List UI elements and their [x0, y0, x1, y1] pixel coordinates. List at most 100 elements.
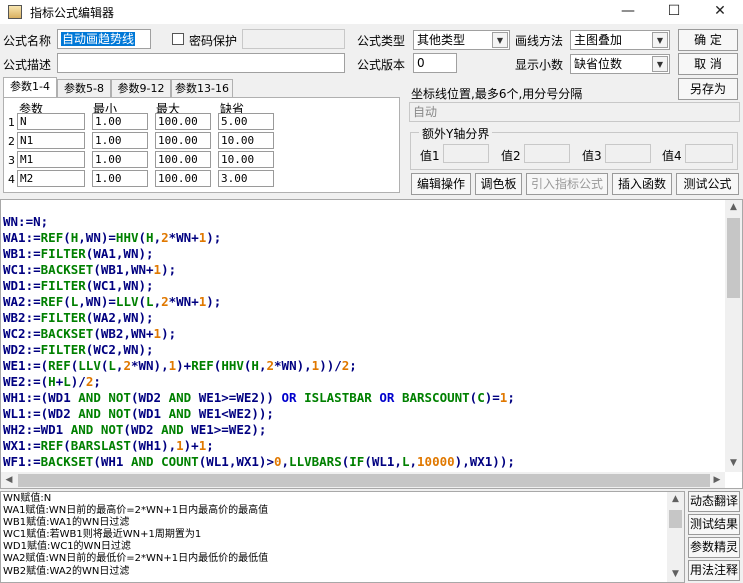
draw-method-select[interactable]: 主图叠加 ▼ — [570, 30, 670, 50]
app-icon — [8, 5, 22, 19]
decimals-label: 显示小数 — [515, 58, 564, 72]
translation-line: WN赋值:N — [3, 493, 52, 504]
code-line[interactable]: WE2:=(H+L)/2; — [3, 374, 515, 390]
chevron-down-icon: ▼ — [652, 56, 668, 72]
code-line[interactable]: WC2:=BACKSET(WB2,WN+1); — [3, 326, 515, 342]
password-checkbox[interactable] — [172, 33, 184, 45]
edit-operations-button[interactable]: 编辑操作 — [411, 173, 471, 195]
test-result-button[interactable]: 测试结果 — [688, 514, 740, 535]
cancel-button[interactable]: 取 消 — [678, 53, 738, 75]
param-max-input[interactable]: 100.00 — [155, 151, 211, 168]
y-value-1-label: 值1 — [420, 149, 440, 163]
ok-button[interactable]: 确 定 — [678, 29, 738, 51]
tab-params-1-4[interactable]: 参数1-4 — [3, 77, 57, 98]
scroll-down-icon[interactable]: ▼ — [667, 569, 684, 579]
scroll-down-icon[interactable]: ▼ — [725, 458, 742, 468]
param-row-number: 3 — [8, 154, 15, 167]
code-line[interactable]: WN:=N; — [3, 214, 515, 230]
param-default-input[interactable]: 3.00 — [218, 170, 274, 187]
formula-desc-input[interactable] — [57, 53, 345, 73]
axis-position-input[interactable]: 自动 — [409, 102, 740, 122]
scroll-up-icon[interactable]: ▲ — [725, 202, 742, 212]
formula-name-label: 公式名称 — [3, 34, 52, 48]
param-name-input[interactable]: N — [17, 113, 85, 130]
code-line[interactable]: WF1:=BACKSET(WH1 AND COUNT(WL1,WX1)>0,LL… — [3, 454, 515, 470]
y-value-1-input[interactable] — [443, 144, 489, 163]
formula-name-input[interactable]: 自动画趋势线 — [57, 29, 151, 49]
translation-line: WB1赋值:WA1的WN日过滤 — [3, 517, 130, 529]
param-max-input[interactable]: 100.00 — [155, 113, 211, 130]
tab-params-13-16[interactable]: 参数13-16 — [171, 79, 233, 98]
title-bar[interactable]: 指标公式编辑器 — ☐ ✕ — [0, 0, 743, 24]
param-default-input[interactable]: 10.00 — [218, 132, 274, 149]
scroll-left-icon[interactable]: ◀ — [3, 475, 15, 485]
formula-type-select[interactable]: 其他类型 ▼ — [413, 30, 510, 50]
save-as-button[interactable]: 另存为 — [678, 78, 738, 100]
minimize-button[interactable]: — — [605, 0, 651, 24]
param-max-input[interactable]: 100.00 — [155, 132, 211, 149]
close-button[interactable]: ✕ — [697, 0, 743, 24]
scroll-up-icon[interactable]: ▲ — [667, 494, 684, 504]
scrollbar-thumb[interactable] — [727, 218, 740, 298]
code-editor[interactable]: WN:=N; WA1:=REF(H,WN)=HHV(H,2*WN+1); WB1:=… — [0, 199, 743, 489]
scroll-right-icon[interactable]: ▶ — [711, 475, 723, 485]
scrollbar-thumb[interactable] — [669, 510, 682, 528]
import-formula-button[interactable]: 引入指标公式 — [526, 173, 608, 195]
param-name-input[interactable]: N1 — [17, 132, 85, 149]
y-value-4-input[interactable] — [685, 144, 733, 163]
translation-panel[interactable]: WN赋值:N WA1赋值:WN日前的最高价=2*WN+1日内最高价的最高值 WB1赋… — [0, 491, 685, 583]
palette-button[interactable]: 调色板 — [475, 173, 522, 195]
param-name-input[interactable]: M1 — [17, 151, 85, 168]
y-value-2-input[interactable] — [524, 144, 570, 163]
tab-params-5-8[interactable]: 参数5-8 — [57, 79, 111, 98]
code-line[interactable]: WA1:=REF(H,WN)=HHV(H,2*WN+1); — [3, 230, 515, 246]
editor-horizontal-scrollbar[interactable]: ◀ ▶ — [1, 472, 725, 488]
param-min-input[interactable]: 1.00 — [92, 113, 148, 130]
translation-line: WB2赋值:WA2的WN日过滤 — [3, 565, 130, 577]
password-label: 密码保护 — [189, 34, 238, 48]
insert-function-button[interactable]: 插入函数 — [612, 173, 672, 195]
formula-version-input[interactable]: 0 — [413, 53, 457, 73]
translation-line: WD1赋值:WC1的WN日过滤 — [3, 541, 131, 553]
code-text[interactable]: WN:=N; WA1:=REF(H,WN)=HHV(H,2*WN+1); WB1:=… — [3, 214, 515, 470]
translation-line: WA2赋值:WN日前的最低价=2*WN+1日内最低价的最低值 — [3, 553, 269, 565]
translation-line: WC1赋值:若WB1则将最近WN+1周期置为1 — [3, 529, 202, 541]
param-min-input[interactable]: 1.00 — [92, 170, 148, 187]
code-line[interactable]: WH2:=WD1 AND NOT(WD2 AND WE1>=WE2); — [3, 422, 515, 438]
param-row-number: 2 — [8, 135, 15, 148]
param-max-input[interactable]: 100.00 — [155, 170, 211, 187]
code-line[interactable]: WX1:=REF(BARSLAST(WH1),1)+1; — [3, 438, 515, 454]
param-name-input[interactable]: M2 — [17, 170, 85, 187]
code-line[interactable]: WB2:=FILTER(WA2,WN); — [3, 310, 515, 326]
decimals-value: 缺省位数 — [574, 57, 623, 71]
editor-vertical-scrollbar[interactable]: ▲ ▼ — [725, 200, 742, 472]
code-line[interactable]: WC1:=BACKSET(WB1,WN+1); — [3, 262, 515, 278]
param-tips-button[interactable]: 参数精灵 — [688, 537, 740, 558]
dynamic-translate-button[interactable]: 动态翻译 — [688, 491, 740, 512]
y-value-3-input[interactable] — [605, 144, 651, 163]
code-line[interactable]: WA2:=REF(L,WN)=LLV(L,2*WN+1); — [3, 294, 515, 310]
formula-type-label: 公式类型 — [357, 34, 406, 48]
param-min-input[interactable]: 1.00 — [92, 132, 148, 149]
code-line[interactable]: WD2:=FILTER(WC2,WN); — [3, 342, 515, 358]
tab-params-9-12[interactable]: 参数9-12 — [111, 79, 171, 98]
param-default-input[interactable]: 10.00 — [218, 151, 274, 168]
code-line[interactable]: WE1:=(REF(LLV(L,2*WN),1)+REF(HHV(H,2*WN)… — [3, 358, 515, 374]
param-min-input[interactable]: 1.00 — [92, 151, 148, 168]
password-input[interactable] — [242, 29, 345, 49]
formula-version-label: 公式版本 — [357, 58, 406, 72]
usage-notes-button[interactable]: 用法注释 — [688, 560, 740, 581]
test-formula-button[interactable]: 测试公式 — [676, 173, 739, 195]
param-default-input[interactable]: 5.00 — [218, 113, 274, 130]
maximize-button[interactable]: ☐ — [651, 0, 697, 24]
code-line[interactable]: WL1:=(WD2 AND NOT(WD1 AND WE1<WE2)); — [3, 406, 515, 422]
window-title: 指标公式编辑器 — [30, 6, 115, 20]
code-line[interactable]: WH1:=(WD1 AND NOT(WD2 AND WE1>=WE2)) OR … — [3, 390, 515, 406]
code-line[interactable]: WB1:=FILTER(WA1,WN); — [3, 246, 515, 262]
help-vertical-scrollbar[interactable]: ▲ ▼ — [667, 492, 684, 582]
axis-position-label: 坐标线位置,最多6个,用分号分隔 — [411, 87, 583, 101]
code-line[interactable]: WD1:=FILTER(WC1,WN); — [3, 278, 515, 294]
y-value-2-label: 值2 — [501, 149, 521, 163]
decimals-select[interactable]: 缺省位数 ▼ — [570, 54, 670, 74]
scrollbar-thumb[interactable] — [18, 474, 710, 487]
